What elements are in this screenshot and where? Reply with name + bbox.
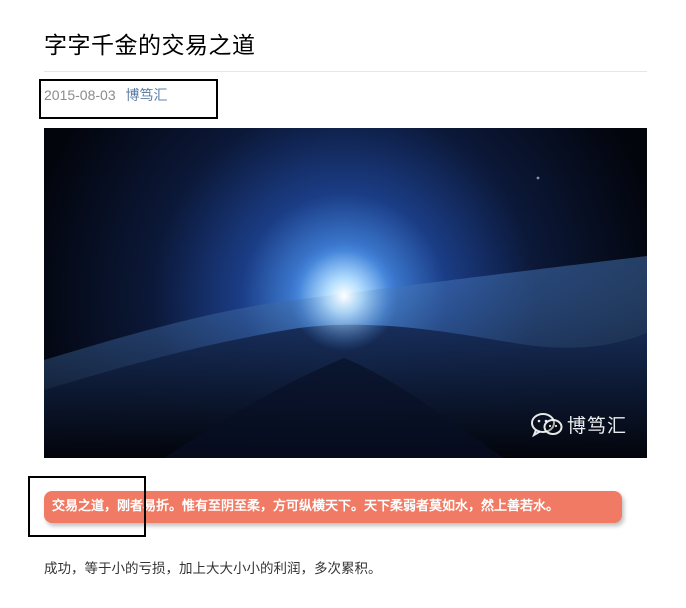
watermark: 博笃汇 xyxy=(530,411,627,438)
highlight-box-quote xyxy=(28,476,146,537)
highlight-box-meta xyxy=(39,79,218,119)
body-paragraph: 成功，等于小的亏损，加上大大小小的利润，多次累积。 xyxy=(44,561,382,577)
article-title: 字字千金的交易之道 xyxy=(44,33,256,59)
title-divider xyxy=(44,71,647,72)
hero-image: 博笃汇 xyxy=(44,128,647,458)
wechat-icon xyxy=(530,412,563,437)
hero-illustration xyxy=(44,128,647,458)
watermark-text: 博笃汇 xyxy=(566,415,627,437)
